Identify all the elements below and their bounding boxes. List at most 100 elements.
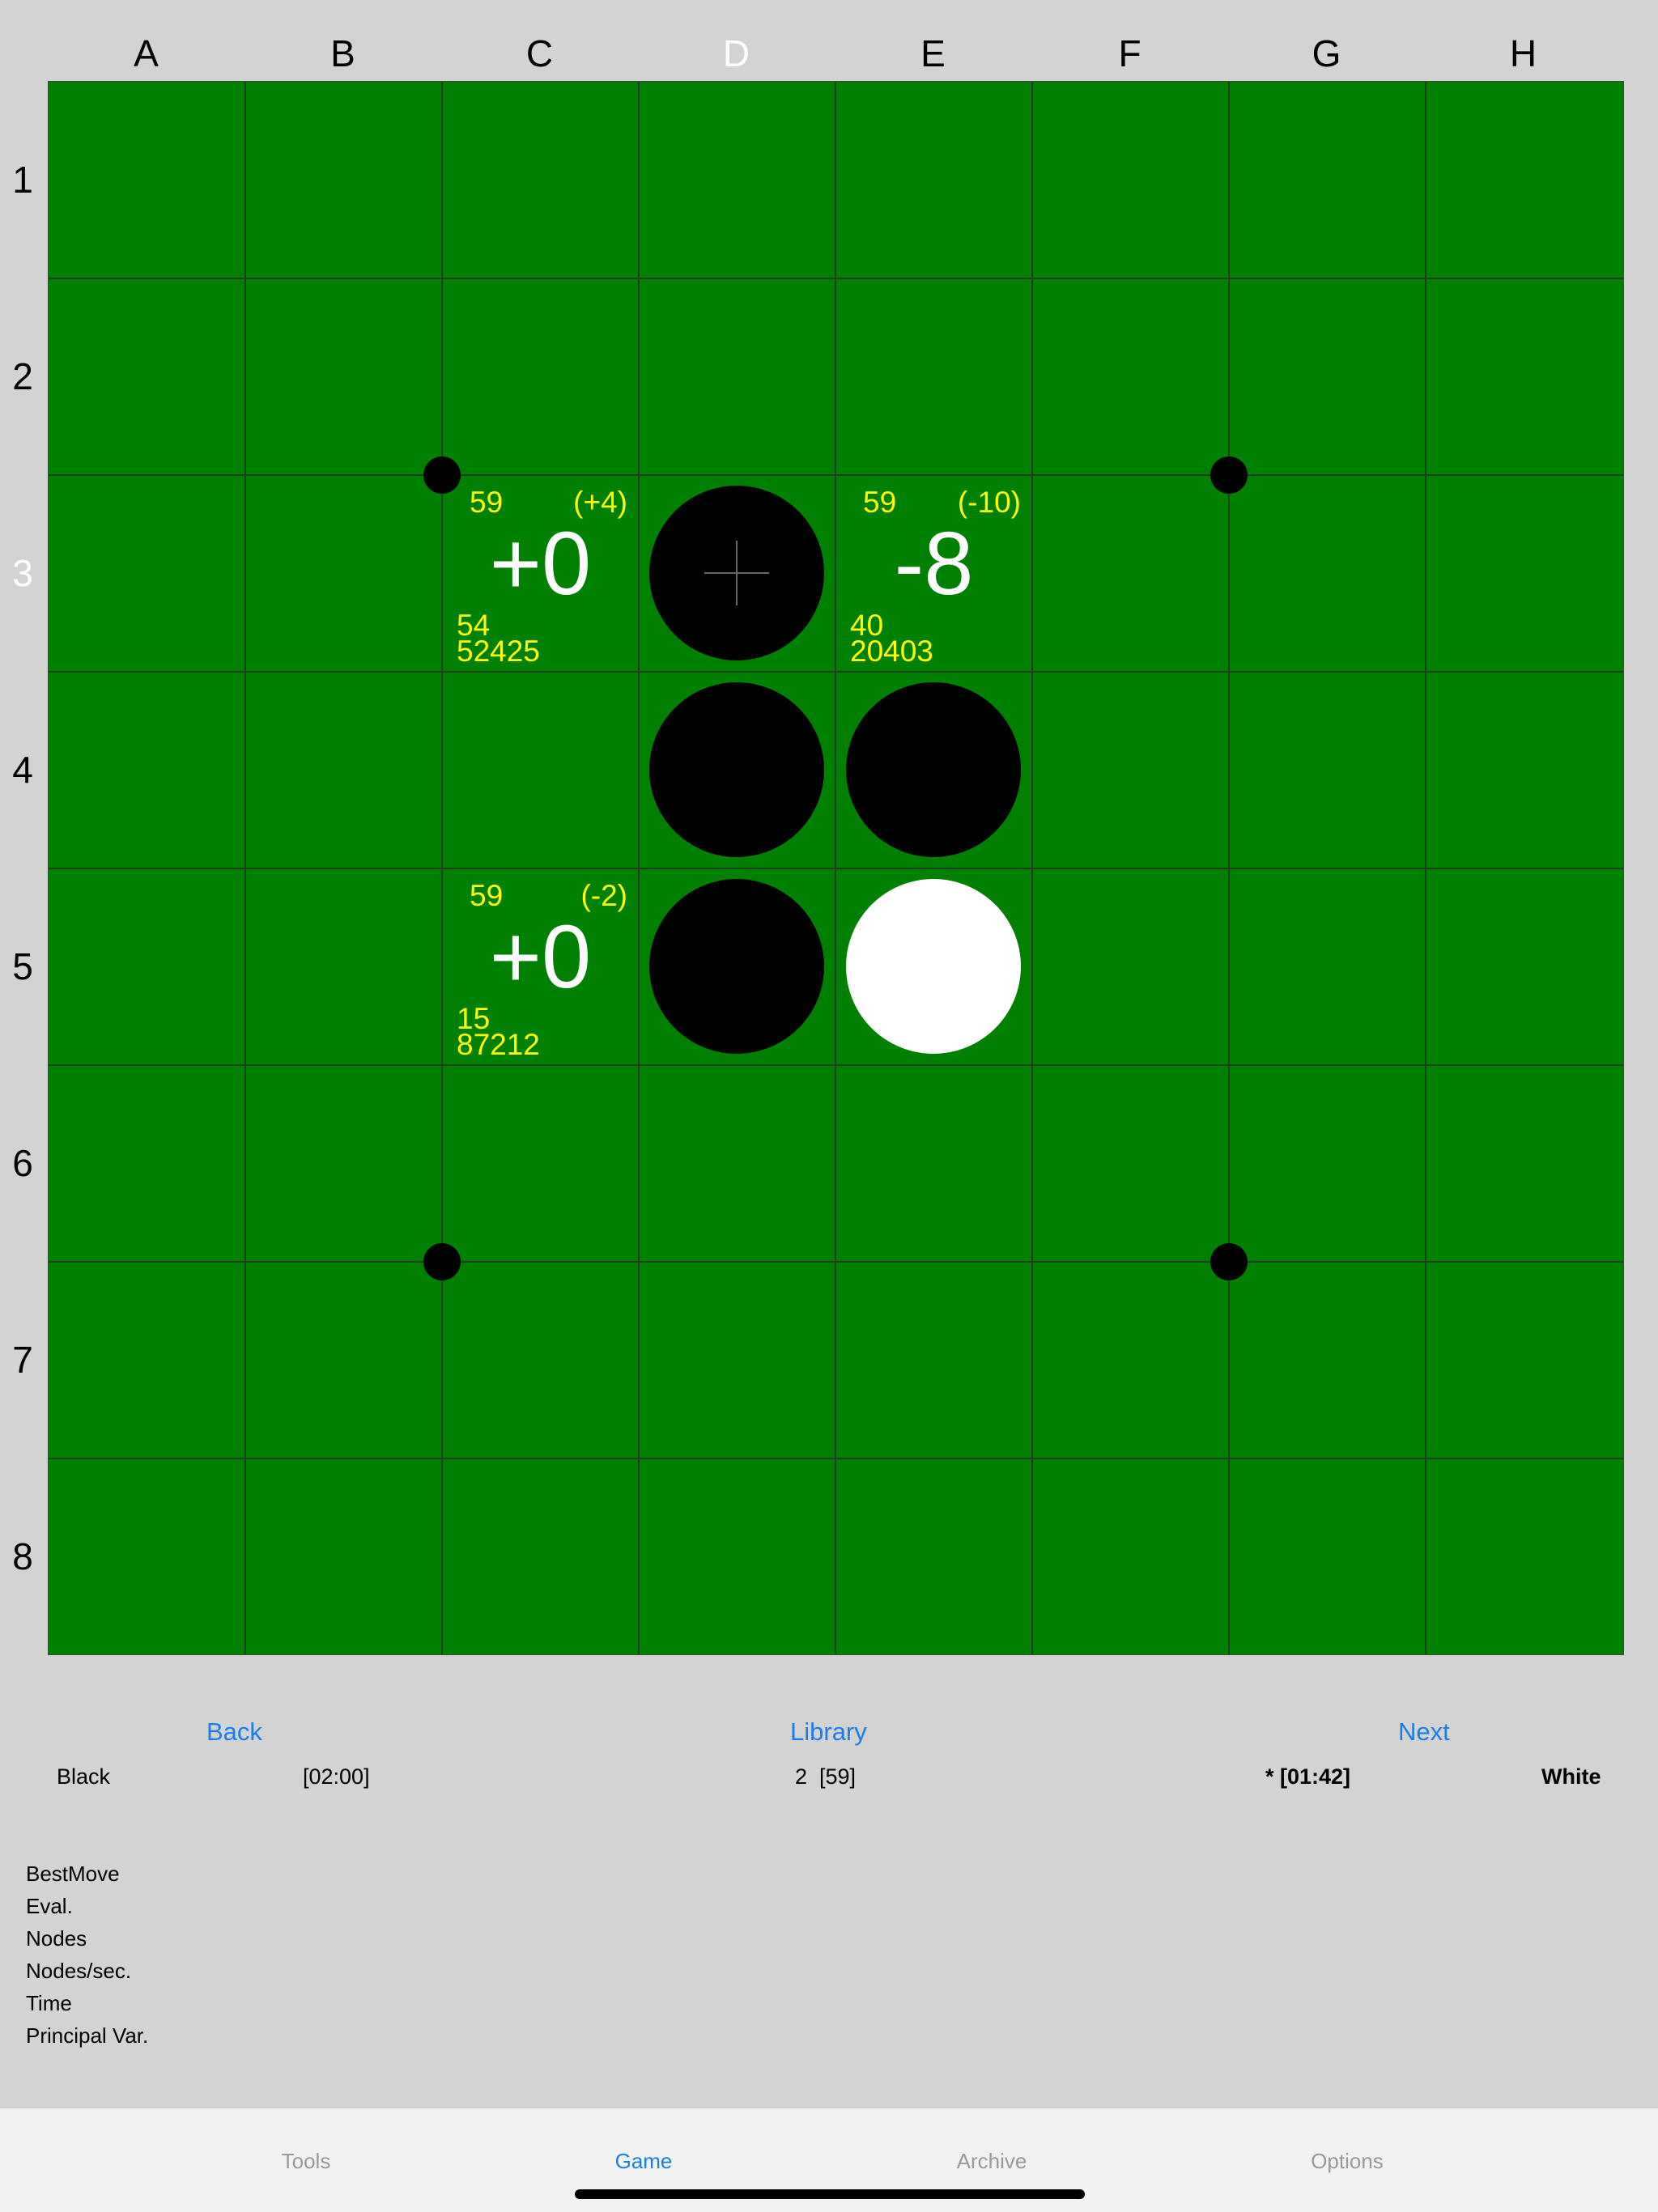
board-cell-g8[interactable]	[1229, 1458, 1426, 1655]
column-label-h: H	[1509, 32, 1537, 74]
board-cell-f7[interactable]	[1032, 1262, 1229, 1458]
board-cell-b4[interactable]	[245, 672, 442, 868]
black-player-label: Black	[57, 1764, 111, 1789]
board-cell-e2[interactable]	[835, 278, 1032, 475]
board-cell-b7[interactable]	[245, 1262, 442, 1458]
board-cell-c6[interactable]	[442, 1065, 639, 1262]
board-cell-b6[interactable]	[245, 1065, 442, 1262]
board-cell-e7[interactable]	[835, 1262, 1032, 1458]
board-cell-b5[interactable]	[245, 868, 442, 1065]
board-cell-g2[interactable]	[1229, 278, 1426, 475]
row-label-2: 2	[12, 355, 33, 397]
board-cell-f4[interactable]	[1032, 672, 1229, 868]
board-cell-a7[interactable]	[49, 1262, 245, 1458]
last-move-marker	[736, 541, 738, 605]
board-cell-a2[interactable]	[49, 278, 245, 475]
black-disc	[846, 682, 1021, 857]
move-eval-c3[interactable]: 59 (+4) +0 54 52425	[442, 475, 639, 672]
board-cell-a8[interactable]	[49, 1458, 245, 1655]
board-cell-f1[interactable]	[1032, 82, 1229, 278]
stat-principal-var-label: Principal Var.	[26, 2023, 149, 2048]
stat-best-move-label: BestMove	[26, 1862, 120, 1886]
row-label-5: 5	[12, 945, 33, 987]
next-button[interactable]: Next	[1398, 1716, 1450, 1748]
stat-nodes-label: Nodes	[26, 1926, 87, 1951]
eval-nodes-total: 87212	[457, 1028, 540, 1061]
board-cell-h1[interactable]	[1426, 82, 1622, 278]
board-cell-d8[interactable]	[639, 1458, 835, 1655]
row-label-8: 8	[12, 1535, 33, 1577]
othello-board[interactable]: 59 (+4) +0 54 52425 59 (-10) -8 40 20403 59 (-2) +0 1…	[48, 81, 1624, 1655]
board-cell-g7[interactable]	[1229, 1262, 1426, 1458]
board-cell-h6[interactable]	[1426, 1065, 1622, 1262]
home-indicator	[575, 2189, 1085, 2199]
tab-options[interactable]: Options	[1242, 2147, 1452, 2175]
board-cell-a5[interactable]	[49, 868, 245, 1065]
move-counter: 2 [59]	[795, 1764, 857, 1789]
board-cell-a1[interactable]	[49, 82, 245, 278]
row-label-3: 3	[12, 552, 33, 594]
board-cell-h4[interactable]	[1426, 672, 1622, 868]
eval-score: +0	[489, 907, 592, 1007]
eval-score: -8	[894, 514, 974, 614]
tab-archive[interactable]: Archive	[886, 2147, 1097, 2175]
column-label-d: D	[722, 32, 750, 74]
library-button[interactable]: Library	[790, 1716, 867, 1748]
eval-score: +0	[489, 514, 592, 614]
board-cell-d6[interactable]	[639, 1065, 835, 1262]
board-cell-g4[interactable]	[1229, 672, 1426, 868]
eval-nodes-total: 52425	[457, 635, 540, 668]
column-label-f: F	[1118, 32, 1141, 74]
black-disc	[649, 879, 824, 1054]
board-cell-h5[interactable]	[1426, 868, 1622, 1065]
eval-depth: 59	[863, 486, 897, 519]
row-label-6: 6	[12, 1142, 33, 1184]
board-cell-f2[interactable]	[1032, 278, 1229, 475]
board-cell-d2[interactable]	[639, 278, 835, 475]
board-cell-a3[interactable]	[49, 475, 245, 672]
board-cell-g5[interactable]	[1229, 868, 1426, 1065]
column-label-c: C	[525, 32, 554, 74]
board-cell-e6[interactable]	[835, 1065, 1032, 1262]
board-cell-b1[interactable]	[245, 82, 442, 278]
board-cell-a4[interactable]	[49, 672, 245, 868]
board-cell-e8[interactable]	[835, 1458, 1032, 1655]
board-cell-h7[interactable]	[1426, 1262, 1622, 1458]
column-label-a: A	[134, 32, 159, 74]
board-cell-b2[interactable]	[245, 278, 442, 475]
column-label-b: B	[330, 32, 355, 74]
board-cell-b8[interactable]	[245, 1458, 442, 1655]
row-label-1: 1	[12, 159, 33, 201]
board-cell-f3[interactable]	[1032, 475, 1229, 672]
board-cell-e1[interactable]	[835, 82, 1032, 278]
black-disc	[649, 486, 824, 660]
board-cell-c4[interactable]	[442, 672, 639, 868]
board-cell-f6[interactable]	[1032, 1065, 1229, 1262]
board-cell-c2[interactable]	[442, 278, 639, 475]
move-eval-c5[interactable]: 59 (-2) +0 15 87212	[442, 868, 639, 1065]
column-label-e: E	[920, 32, 946, 74]
board-cell-c8[interactable]	[442, 1458, 639, 1655]
board-cell-d7[interactable]	[639, 1262, 835, 1458]
tab-tools[interactable]: Tools	[201, 2147, 411, 2175]
board-cell-c1[interactable]	[442, 82, 639, 278]
board-cell-f8[interactable]	[1032, 1458, 1229, 1655]
board-cell-g3[interactable]	[1229, 475, 1426, 672]
board-cell-f5[interactable]	[1032, 868, 1229, 1065]
board-cell-g1[interactable]	[1229, 82, 1426, 278]
board-cell-g6[interactable]	[1229, 1065, 1426, 1262]
tab-game[interactable]: Game	[538, 2147, 749, 2175]
white-disc	[846, 879, 1021, 1054]
board-cell-h3[interactable]	[1426, 475, 1622, 672]
board-cell-a6[interactable]	[49, 1065, 245, 1262]
board-cell-h2[interactable]	[1426, 278, 1622, 475]
move-eval-e3[interactable]: 59 (-10) -8 40 20403	[835, 475, 1032, 672]
white-clock: * [01:42]	[1265, 1764, 1351, 1789]
board-cell-c7[interactable]	[442, 1262, 639, 1458]
black-clock: [02:00]	[303, 1764, 370, 1789]
board-cell-h8[interactable]	[1426, 1458, 1622, 1655]
column-label-g: G	[1312, 32, 1341, 74]
board-cell-b3[interactable]	[245, 475, 442, 672]
board-cell-d1[interactable]	[639, 82, 835, 278]
back-button[interactable]: Back	[206, 1716, 262, 1748]
